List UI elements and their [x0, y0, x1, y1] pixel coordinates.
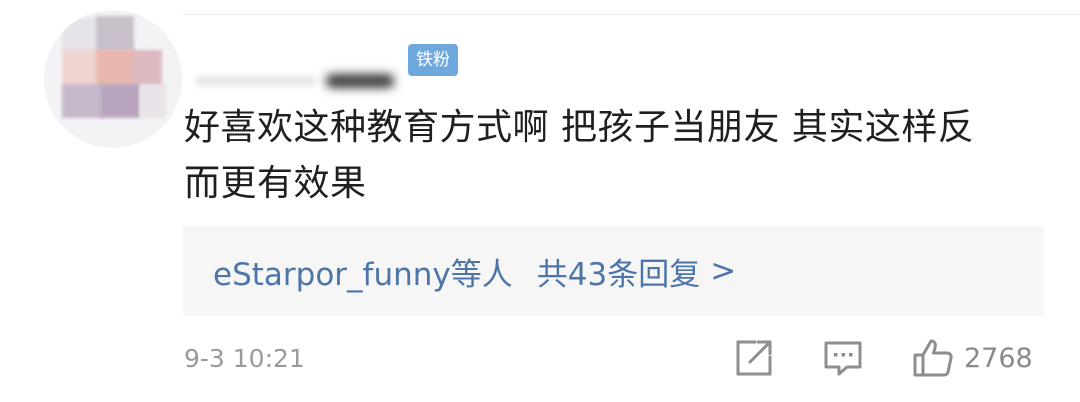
fan-badge: 铁粉 — [408, 44, 458, 76]
comment-text: 好喜欢这种教育方式啊 把孩子当朋友 其实这样反 而更有效果 — [184, 100, 1044, 212]
reply-count: 共43条回复 — [536, 256, 701, 293]
comment-text-line2: 而更有效果 — [184, 163, 367, 204]
share-icon — [736, 340, 772, 376]
share-button[interactable] — [734, 338, 774, 378]
comment-button[interactable] — [823, 338, 863, 378]
replies-preview[interactable]: eStarpor_funny等人 共43条回复 > — [183, 226, 1044, 316]
comment-text-line1: 好喜欢这种教育方式啊 把孩子当朋友 其实这样反 — [184, 107, 975, 148]
timestamp: 9-3 10:21 — [184, 344, 305, 373]
reply-users: eStarpor_funny等人 — [213, 256, 513, 293]
like-icon — [913, 339, 953, 377]
comment-icon — [824, 341, 862, 376]
chevron-right-icon: > — [710, 253, 737, 289]
like-button[interactable]: 2768 — [912, 338, 1033, 378]
like-count: 2768 — [964, 342, 1033, 374]
avatar[interactable] — [44, 10, 182, 148]
username[interactable] — [196, 68, 396, 90]
top-divider — [183, 14, 1080, 15]
